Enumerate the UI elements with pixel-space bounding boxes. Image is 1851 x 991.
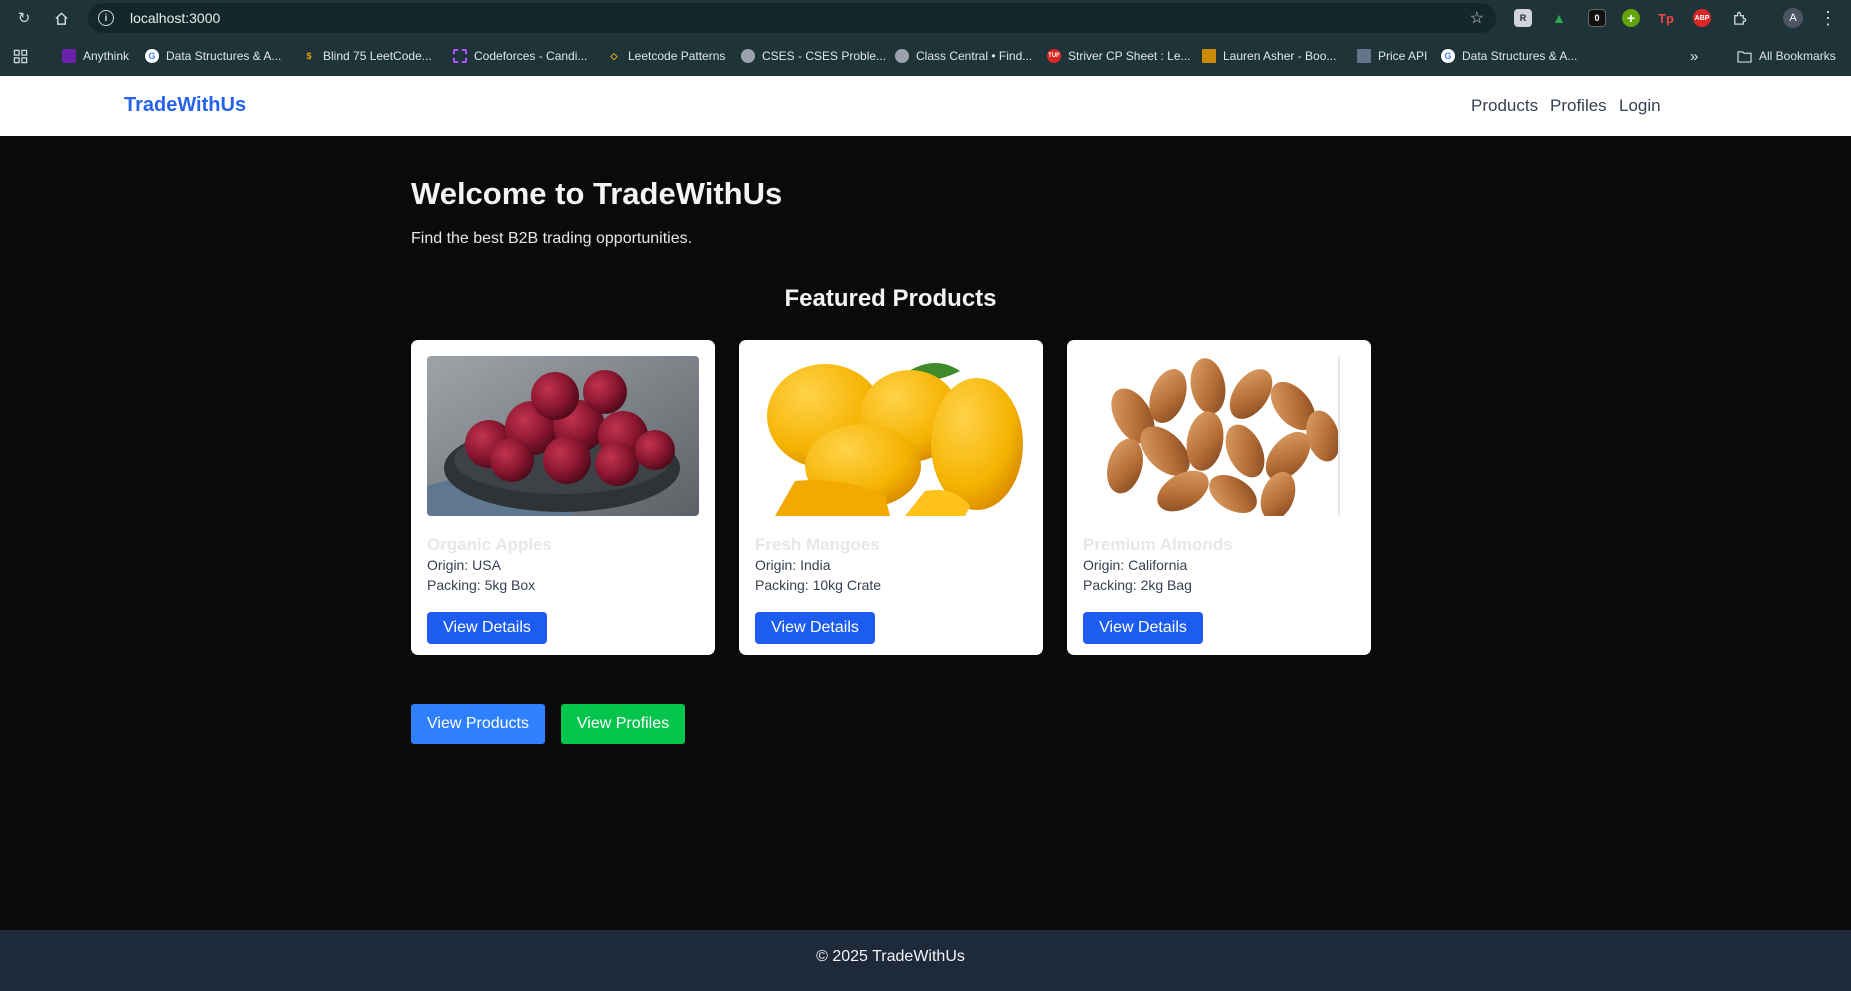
google-icon: G [1441, 49, 1455, 63]
product-packing: Packing: 10kg Crate [755, 577, 882, 593]
bookmarks-bar: Anythink G Data Structures & A... $ Blind … [0, 36, 1851, 76]
product-name: Organic Apples [427, 535, 553, 554]
bookmark-item[interactable]: ◇ Leetcode Patterns [607, 47, 726, 65]
footer-copyright: © 2025 TradeWithUs [816, 948, 965, 965]
reload-icon[interactable]: ↻ [12, 6, 36, 30]
all-bookmarks[interactable]: All Bookmarks [1737, 47, 1836, 65]
product-packing: Packing: 2kg Bag [1083, 577, 1192, 593]
bookmark-favicon [62, 49, 76, 63]
page-title: Welcome to TradeWithUs [411, 176, 783, 211]
bookmark-item[interactable]: CSES - CSES Proble... [741, 47, 886, 65]
view-profiles-button[interactable]: View Profiles [561, 704, 685, 744]
bookmark-item[interactable]: TUF Striver CP Sheet : Le... [1047, 47, 1191, 65]
product-origin: Origin: India [755, 557, 831, 573]
bookmark-favicon [453, 49, 467, 63]
product-origin: Origin: California [1083, 557, 1188, 573]
view-products-button[interactable]: View Products [411, 704, 545, 744]
globe-icon [895, 49, 909, 63]
main-content: Welcome to TradeWithUs Find the best B2B… [0, 136, 1851, 930]
featured-heading: Featured Products [784, 285, 997, 312]
product-origin: Origin: USA [427, 557, 501, 573]
browser-toolbar: ↻ i localhost:3000 ☆ R ▲ 0 + Tp ABP A ⋮ [0, 0, 1851, 36]
home-icon[interactable] [49, 6, 73, 30]
product-image-mangoes [755, 356, 1027, 516]
bookmark-favicon: TUF [1047, 49, 1061, 63]
tagline: Find the best B2B trading opportunities. [411, 230, 693, 247]
bookmark-favicon [1357, 49, 1371, 63]
bookmark-item[interactable]: G Data Structures & A... [1441, 47, 1577, 65]
bookmark-item[interactable]: Anythink [62, 47, 129, 65]
bookmark-item[interactable]: Class Central • Find... [895, 47, 1032, 65]
nav-products[interactable]: Products [1471, 96, 1538, 116]
product-image-almonds [1083, 356, 1355, 516]
bookmark-favicon: $ [306, 51, 312, 61]
address-bar[interactable]: i localhost:3000 ☆ [88, 3, 1496, 33]
extension-tp-icon[interactable]: Tp [1657, 9, 1675, 27]
bookmark-item[interactable]: Price API [1357, 47, 1427, 65]
product-name: Premium Almonds [1083, 535, 1233, 554]
menu-kebab-icon[interactable]: ⋮ [1816, 6, 1840, 30]
bookmark-item[interactable]: $ Blind 75 LeetCode... [302, 47, 431, 65]
globe-icon [741, 49, 755, 63]
view-details-button[interactable]: View Details [755, 612, 875, 644]
view-details-button[interactable]: View Details [1083, 612, 1203, 644]
bookmark-favicon [1202, 49, 1216, 63]
google-drive-icon[interactable]: ▲ [1550, 9, 1568, 27]
bookmark-item[interactable]: Codeforces - Candi... [453, 47, 587, 65]
bookmark-star-icon[interactable]: ☆ [1470, 8, 1484, 28]
product-packing: Packing: 5kg Box [427, 577, 536, 593]
site-header: TradeWithUs Products Profiles Login [0, 76, 1851, 136]
product-card: Fresh Mangoes Origin: India Packing: 10k… [739, 340, 1043, 655]
extension-counter-icon[interactable]: 0 [1588, 9, 1606, 27]
view-details-button[interactable]: View Details [427, 612, 547, 644]
bookmark-favicon: ◇ [610, 51, 618, 61]
bookmark-item[interactable]: Lauren Asher - Boo... [1202, 47, 1336, 65]
bookmark-item[interactable]: G Data Structures & A... [145, 47, 281, 65]
product-card: Organic Apples Origin: USA Packing: 5kg … [411, 340, 715, 655]
apps-grid-icon[interactable] [13, 47, 28, 65]
product-card: Premium Almonds Origin: California Packi… [1067, 340, 1371, 655]
folder-icon [1737, 50, 1752, 63]
brand-logo[interactable]: TradeWithUs [124, 94, 246, 117]
adblock-icon[interactable]: ABP [1693, 9, 1711, 27]
extension-r-icon[interactable]: R [1514, 9, 1532, 27]
extensions-puzzle-icon[interactable] [1727, 6, 1751, 30]
nav-login[interactable]: Login [1619, 96, 1661, 116]
nav-profiles[interactable]: Profiles [1550, 96, 1607, 116]
site-footer: © 2025 TradeWithUs [0, 930, 1851, 991]
site-info-icon[interactable]: i [98, 10, 114, 26]
bookmarks-overflow-icon[interactable]: » [1690, 47, 1698, 65]
product-name: Fresh Mangoes [755, 535, 880, 554]
google-icon: G [145, 49, 159, 63]
extension-plus-icon[interactable]: + [1622, 9, 1640, 27]
product-image-apples [427, 356, 699, 516]
address-url: localhost:3000 [130, 10, 221, 26]
profile-avatar[interactable]: A [1783, 8, 1803, 28]
